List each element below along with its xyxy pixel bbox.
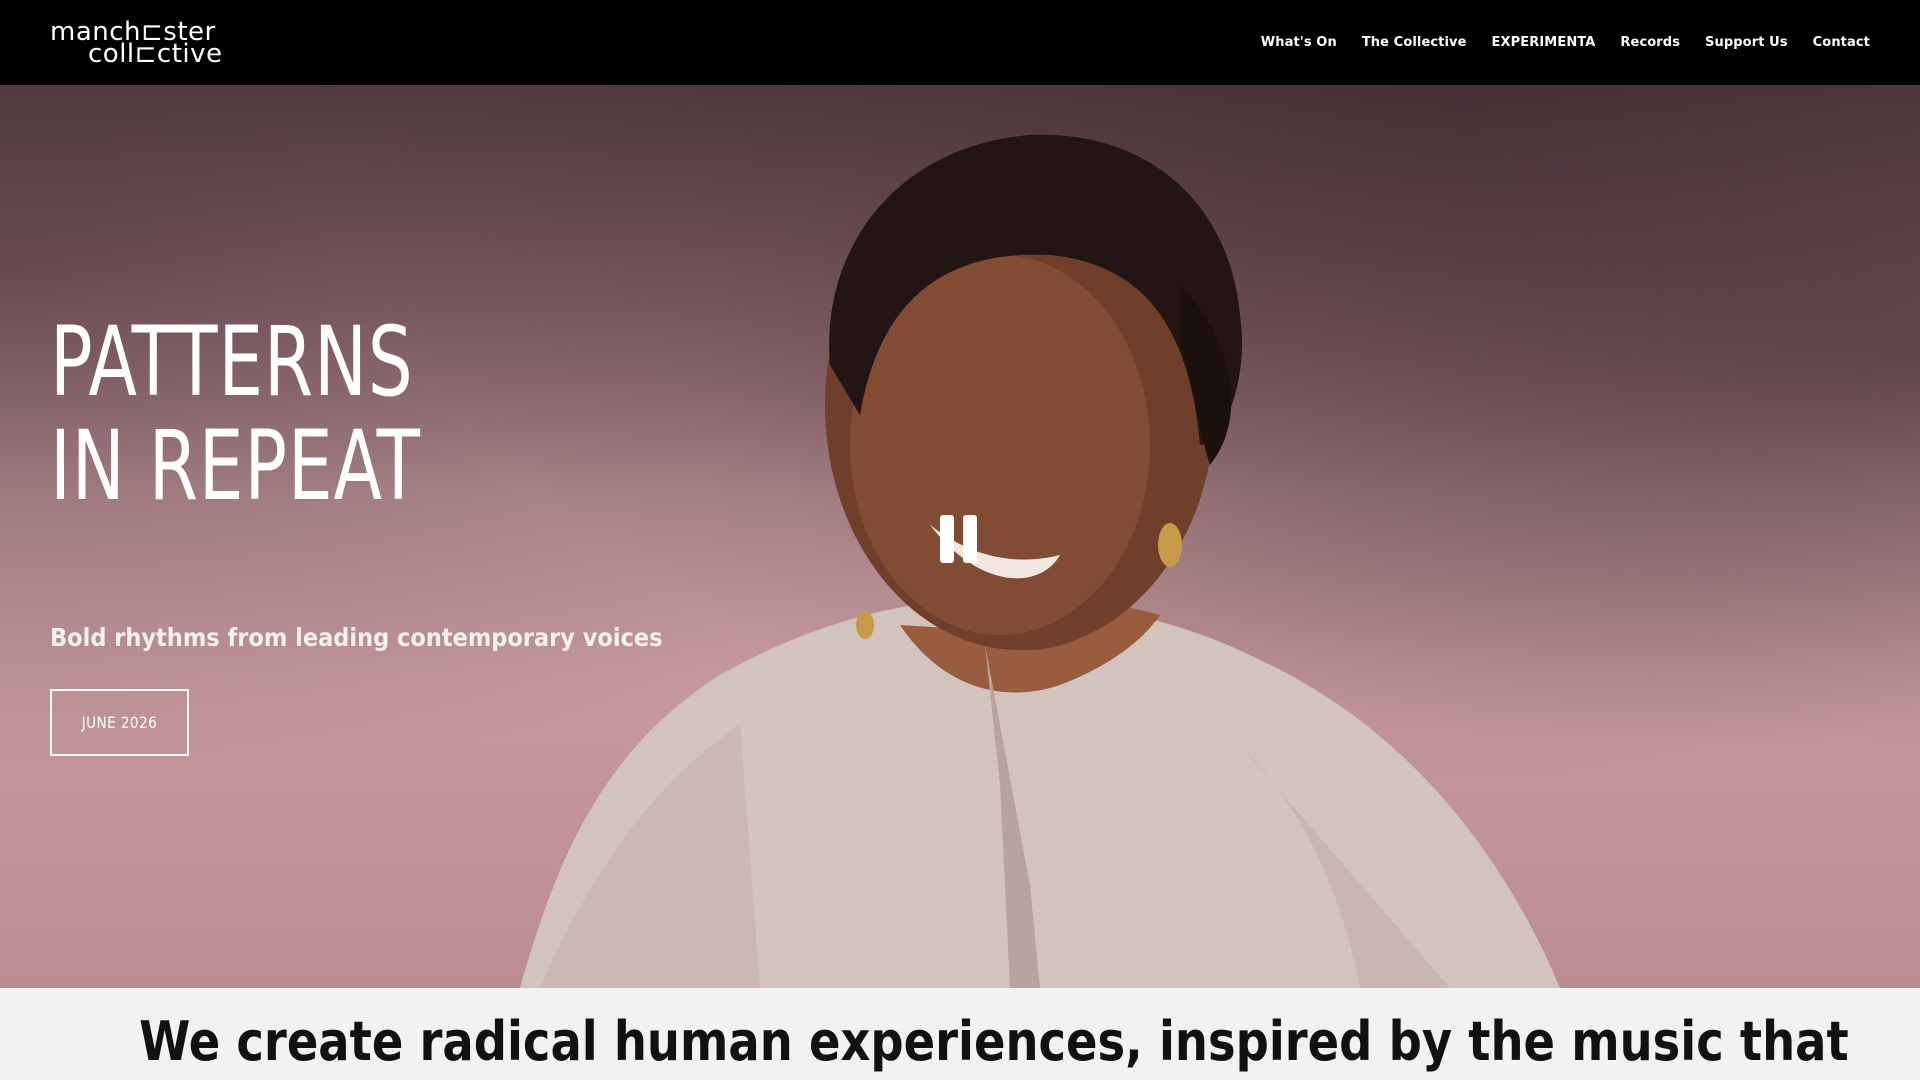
- pause-bar-right: [963, 515, 977, 563]
- nav-item-records[interactable]: Records: [1620, 29, 1680, 56]
- pause-bar-left: [940, 515, 954, 563]
- nav-item-experimenta[interactable]: EXPERIMENTA: [1492, 29, 1596, 56]
- hero-title-line-2: IN REPEAT: [50, 410, 421, 522]
- hero-video: PATTERNS IN REPEAT Bold rhythms from lea…: [0, 85, 1920, 988]
- hero-title: PATTERNS IN REPEAT: [50, 310, 421, 518]
- intro-section: We create radical human experiences, ins…: [0, 988, 1920, 1080]
- site-logo[interactable]: manch⊏ster coll⊏ctive: [50, 19, 223, 69]
- intro-heading-text: We create radical human experiences, ins…: [139, 1010, 1849, 1073]
- hero-title-line-1: PATTERNS: [50, 306, 414, 418]
- main-nav: What's On The Collective EXPERIMENTA Rec…: [1261, 29, 1870, 56]
- nav-item-contact[interactable]: Contact: [1813, 29, 1870, 56]
- nav-item-the-collective[interactable]: The Collective: [1362, 29, 1467, 56]
- nav-item-support-us[interactable]: Support Us: [1705, 29, 1788, 56]
- intro-heading: We create radical human experiences, ins…: [0, 1010, 1920, 1073]
- pause-icon[interactable]: [940, 515, 980, 565]
- site-header: manch⊏ster coll⊏ctive What's On The Coll…: [0, 0, 1920, 85]
- june-2026-button-label: JUNE 2026: [81, 713, 158, 732]
- hero-subtitle: Bold rhythms from leading contemporary v…: [50, 623, 663, 652]
- nav-item-whats-on[interactable]: What's On: [1261, 29, 1337, 56]
- logo-line-2: coll⊏ctive: [88, 38, 223, 69]
- june-2026-button[interactable]: JUNE 2026: [50, 689, 189, 756]
